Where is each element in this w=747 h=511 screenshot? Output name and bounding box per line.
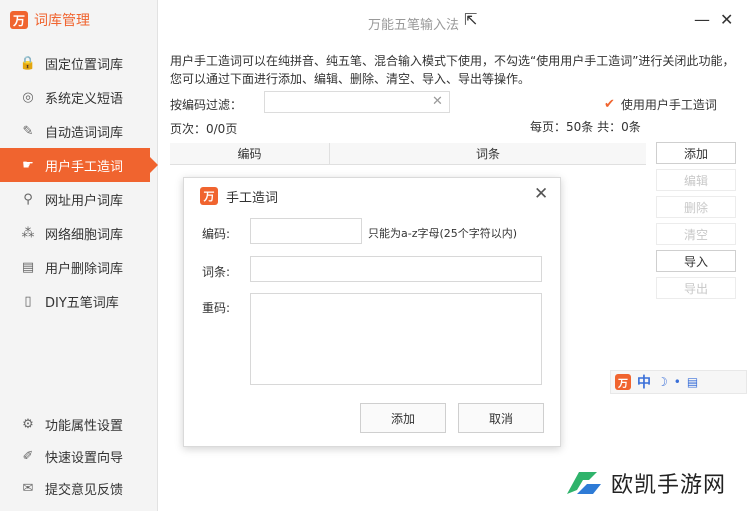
ime-status-bar[interactable]: 万 中 ☽ • ▤: [610, 370, 747, 394]
duplicate-label: 重码:: [202, 301, 231, 315]
description-text: 用户手工造词可以在纯拼音、纯五笔、混合输入模式下使用，不勾选“使用用户手工造词”…: [170, 54, 735, 86]
sidebar-item-feedback[interactable]: ✉ 提交意见反馈: [0, 472, 158, 504]
delete-list-icon: ▤: [21, 259, 35, 275]
code-label: 编码:: [202, 227, 231, 241]
ime-chinese-mode[interactable]: 中: [637, 372, 651, 392]
link-icon: ⚲: [23, 191, 33, 207]
minimize-button[interactable]: —: [694, 10, 710, 29]
sidebar-item-manual-words[interactable]: ☛ 用户手工造词: [0, 148, 158, 182]
sidebar-item-label: 自动造词词库: [45, 125, 124, 141]
sidebar-item-diy-wubi[interactable]: ▯ DIY五笔词库: [0, 284, 158, 318]
sidebar: 万 词库管理 🔒 固定位置词库 ◎ 系统定义短语 ✎ 自动造词词库 ☛ 用户手工…: [0, 0, 158, 511]
use-manual-words-checkbox[interactable]: ✔ 使用用户手工造词: [604, 96, 717, 113]
sidebar-item-settings[interactable]: ⚙ 功能属性设置: [0, 408, 158, 440]
punctuation-icon[interactable]: •: [674, 375, 681, 389]
sidebar-item-label: 网址用户词库: [45, 193, 124, 209]
sidebar-item-wizard[interactable]: ✐ 快速设置向导: [0, 440, 158, 472]
dialog-cancel-button[interactable]: 取消: [458, 403, 544, 433]
page-info: 页次：0/0页: [170, 122, 238, 136]
wizard-icon: ✐: [22, 448, 34, 464]
sidebar-item-label: 提交意见反馈: [45, 482, 124, 498]
feedback-icon: ✉: [22, 480, 34, 496]
brand: 万 词库管理: [0, 0, 158, 40]
sidebar-item-url-words[interactable]: ⚲ 网址用户词库: [0, 182, 158, 216]
sidebar-item-label: 固定位置词库: [45, 57, 124, 73]
code-hint: 只能为a-z字母(25个字符以内): [368, 227, 518, 240]
add-button[interactable]: 添加: [656, 142, 736, 164]
mouse-cursor-icon: ⇱: [464, 10, 478, 29]
table-header: 编码 词条: [170, 143, 646, 165]
clear-filter-icon[interactable]: ✕: [432, 94, 443, 109]
export-button[interactable]: 导出: [656, 277, 736, 299]
filter-input[interactable]: [264, 91, 450, 113]
import-button[interactable]: 导入: [656, 250, 736, 272]
check-icon: ✔: [604, 97, 615, 112]
window-title: 万能五笔输入法: [368, 18, 460, 33]
lock-icon: 🔒: [19, 55, 37, 71]
clear-button[interactable]: 清空: [656, 223, 736, 245]
watermark-logo-icon: [563, 466, 605, 500]
sidebar-item-cell-words[interactable]: ⁂ 网络细胞词库: [0, 216, 158, 250]
edit-button[interactable]: 编辑: [656, 169, 736, 191]
sidebar-item-label: DIY五笔词库: [45, 295, 119, 311]
column-header-entry[interactable]: 词条: [330, 143, 646, 165]
sidebar-item-auto-words[interactable]: ✎ 自动造词词库: [0, 114, 158, 148]
sidebar-item-label: 系统定义短语: [45, 91, 124, 107]
sidebar-item-deleted-words[interactable]: ▤ 用户删除词库: [0, 250, 158, 284]
sidebar-item-label: 网络细胞词库: [45, 227, 124, 243]
keyboard-icon[interactable]: ▤: [687, 375, 698, 389]
brand-title: 词库管理: [34, 13, 90, 29]
watermark: 欧凯手游网: [563, 466, 726, 500]
entry-input[interactable]: [250, 256, 542, 282]
action-buttons: 添加 编辑 删除 清空 导入 导出: [656, 142, 736, 304]
title-bar: 万能五笔输入法 ⇱ — ✕: [158, 0, 747, 40]
dialog-logo-icon: 万: [200, 187, 218, 205]
gear-icon: ⚙: [22, 416, 34, 432]
ime-logo-icon: 万: [615, 374, 631, 390]
sidebar-bottom-nav: ⚙ 功能属性设置 ✐ 快速设置向导 ✉ 提交意见反馈: [0, 408, 158, 504]
sidebar-item-label: 用户删除词库: [45, 261, 124, 277]
use-manual-words-label: 使用用户手工造词: [620, 98, 717, 112]
app-logo-icon: 万: [10, 11, 28, 29]
sidebar-item-label: 功能属性设置: [45, 418, 124, 434]
dialog-title: 手工造词: [226, 190, 279, 206]
cells-icon: ⁂: [21, 225, 35, 241]
sidebar-item-fixed-position[interactable]: 🔒 固定位置词库: [0, 46, 158, 80]
entry-label: 词条:: [202, 265, 231, 279]
column-header-code[interactable]: 编码: [170, 143, 330, 165]
edit-icon: ✎: [22, 123, 34, 139]
doc-icon: ▯: [24, 293, 32, 309]
filter-label: 按编码过滤：: [170, 98, 243, 112]
hand-icon: ☛: [22, 157, 34, 173]
dialog-add-button[interactable]: 添加: [360, 403, 446, 433]
dialog-header: 万 手工造词: [184, 178, 560, 214]
sidebar-nav: 🔒 固定位置词库 ◎ 系统定义短语 ✎ 自动造词词库 ☛ 用户手工造词 ⚲ 网址…: [0, 46, 158, 318]
close-window-button[interactable]: ✕: [720, 10, 733, 29]
manual-word-dialog: 万 手工造词 ✕ 编码: 只能为a-z字母(25个字符以内) 词条: 重码: 添…: [183, 177, 561, 447]
watermark-text: 欧凯手游网: [611, 473, 727, 498]
moon-icon[interactable]: ☽: [657, 375, 668, 389]
sidebar-item-label: 用户手工造词: [45, 159, 124, 175]
code-input[interactable]: [250, 218, 362, 244]
sidebar-item-label: 快速设置向导: [45, 450, 124, 466]
page-meta: 每页：50条 共：0条: [530, 120, 641, 134]
duplicate-textarea[interactable]: [250, 293, 542, 385]
dialog-close-icon[interactable]: ✕: [534, 184, 548, 204]
delete-button[interactable]: 删除: [656, 196, 736, 218]
target-icon: ◎: [22, 89, 34, 105]
sidebar-item-system-phrases[interactable]: ◎ 系统定义短语: [0, 80, 158, 114]
